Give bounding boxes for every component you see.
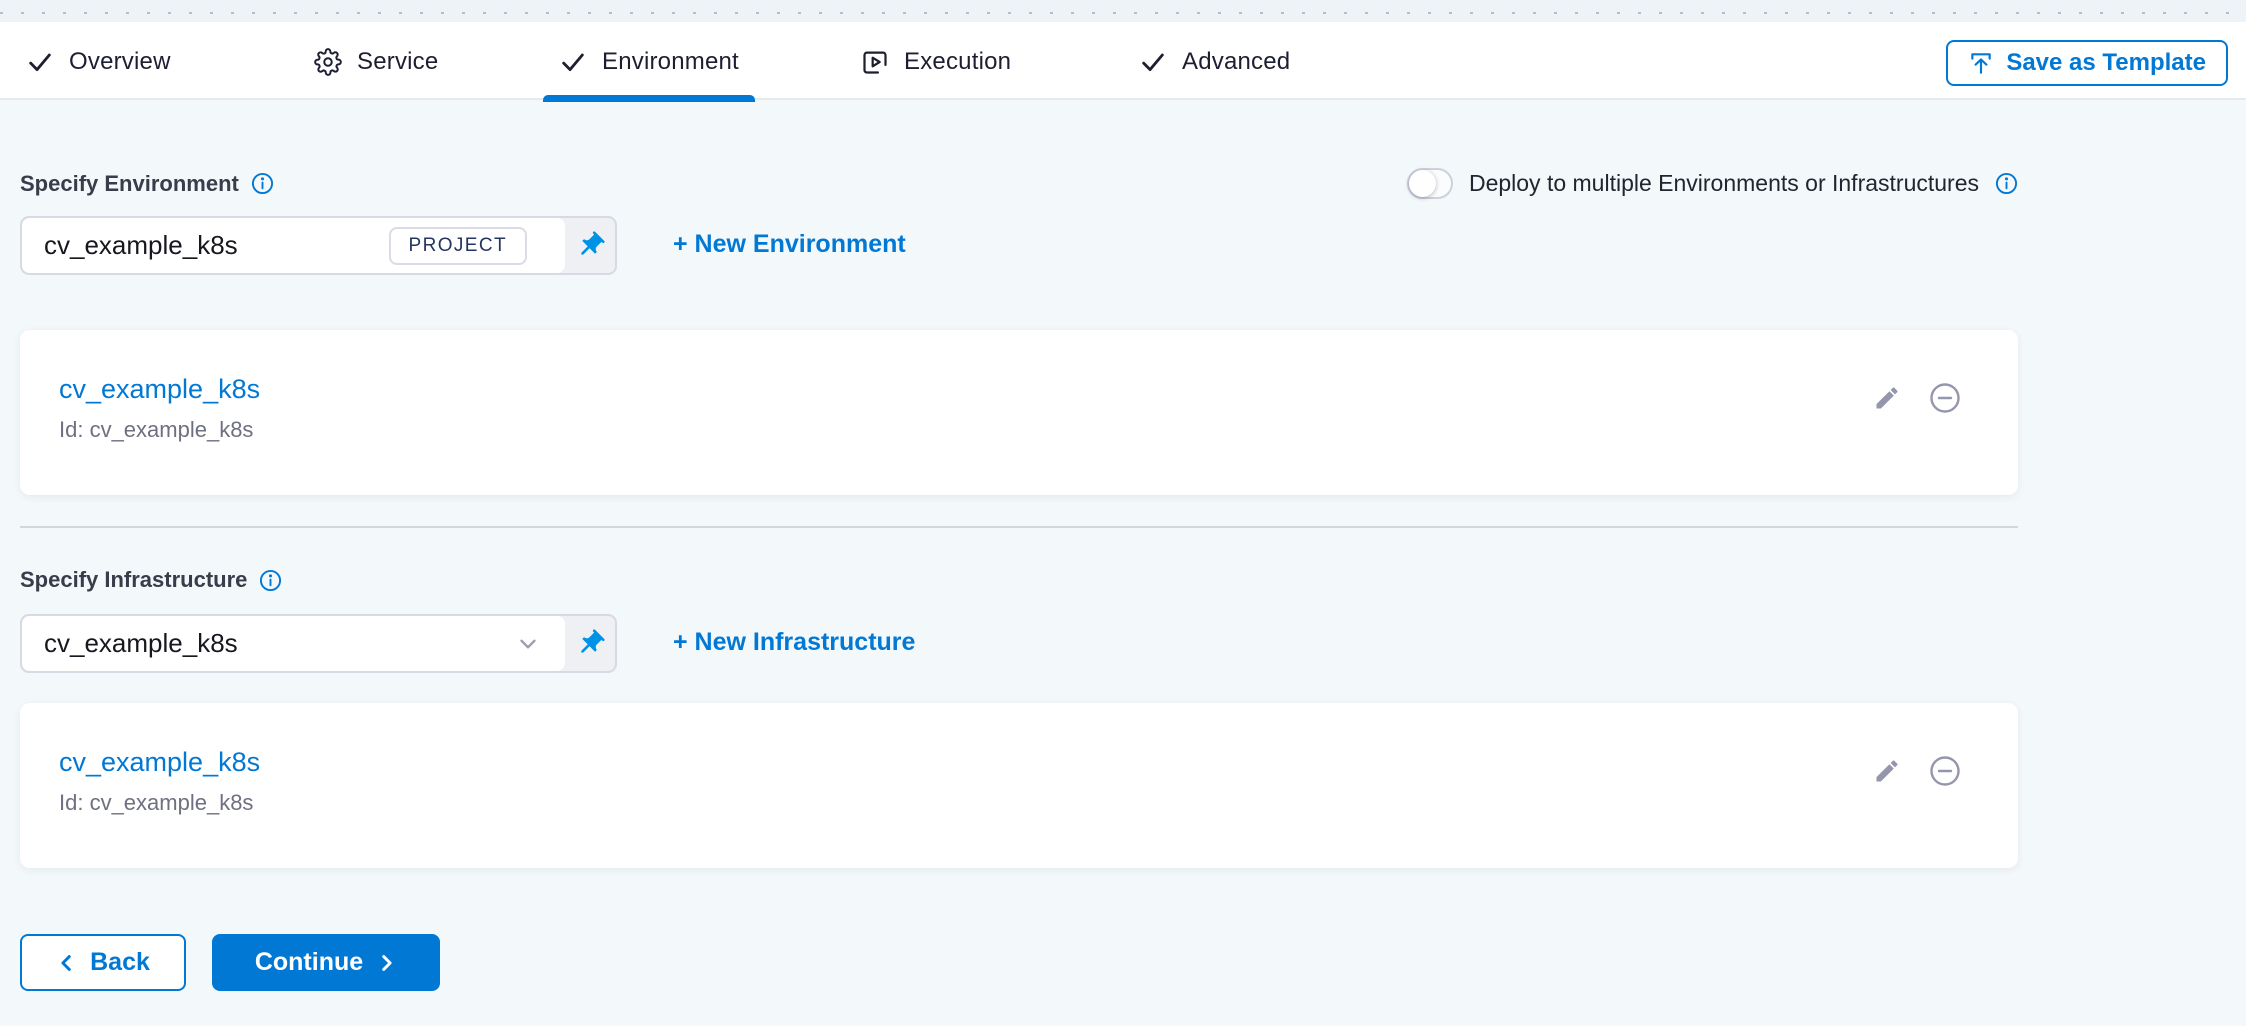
pencil-icon bbox=[1873, 384, 1901, 412]
specify-infrastructure-label: Specify Infrastructure bbox=[20, 567, 247, 593]
gear-icon bbox=[314, 48, 342, 76]
new-infrastructure-link[interactable]: + New Infrastructure bbox=[673, 628, 915, 657]
environment-input-wrap: PROJECT bbox=[22, 218, 565, 273]
upload-icon bbox=[1968, 50, 1994, 76]
infrastructure-select[interactable]: cv_example_k8s bbox=[22, 616, 565, 671]
infrastructure-card-id: Id: cv_example_k8s bbox=[59, 790, 2018, 816]
section-divider bbox=[20, 526, 2018, 528]
tab-overview[interactable]: Overview bbox=[2, 22, 195, 102]
tab-overview-label: Overview bbox=[69, 48, 171, 76]
wizard-footer: Back Continue bbox=[20, 934, 440, 991]
chevron-right-icon bbox=[375, 952, 397, 974]
tab-advanced-label: Advanced bbox=[1182, 48, 1290, 76]
pin-icon bbox=[575, 230, 606, 261]
infrastructure-select-control: cv_example_k8s bbox=[20, 614, 617, 673]
scope-badge: PROJECT bbox=[389, 227, 527, 265]
save-as-template-label: Save as Template bbox=[2006, 49, 2206, 77]
specify-environment-label: Specify Environment bbox=[20, 171, 239, 197]
infrastructure-select-value: cv_example_k8s bbox=[44, 628, 515, 659]
remove-infrastructure-button[interactable] bbox=[1927, 753, 1963, 789]
tab-environment-label: Environment bbox=[602, 48, 739, 76]
environment-stage-page: Overview Service Environment Execution A… bbox=[0, 0, 2246, 1026]
check-icon bbox=[26, 48, 54, 76]
infrastructure-card-title-link[interactable]: cv_example_k8s bbox=[59, 747, 260, 778]
tab-execution[interactable]: Execution bbox=[837, 22, 1035, 102]
minus-circle-icon bbox=[1927, 380, 1963, 416]
pencil-icon bbox=[1873, 757, 1901, 785]
info-icon[interactable] bbox=[251, 172, 274, 195]
check-icon bbox=[1139, 48, 1167, 76]
environment-input[interactable] bbox=[44, 230, 389, 261]
info-icon[interactable] bbox=[259, 569, 282, 592]
tab-environment[interactable]: Environment bbox=[535, 22, 763, 102]
top-dashed-strip bbox=[0, 0, 2246, 22]
environment-card-actions bbox=[1873, 380, 1963, 416]
edit-infrastructure-button[interactable] bbox=[1873, 757, 1901, 785]
infrastructure-pin-button[interactable] bbox=[565, 616, 615, 671]
infrastructure-label-row: Specify Infrastructure bbox=[20, 567, 2018, 593]
continue-button-label: Continue bbox=[255, 948, 363, 977]
save-as-template-button[interactable]: Save as Template bbox=[1946, 40, 2228, 86]
back-button[interactable]: Back bbox=[20, 934, 186, 991]
info-icon[interactable] bbox=[1995, 172, 2018, 195]
tab-service-label: Service bbox=[357, 48, 438, 76]
tab-service[interactable]: Service bbox=[290, 22, 462, 102]
environment-label-row: Specify Environment Deploy to multiple E… bbox=[20, 168, 2018, 199]
multi-environment-toggle-label: Deploy to multiple Environments or Infra… bbox=[1469, 170, 1979, 197]
environment-card: cv_example_k8s Id: cv_example_k8s bbox=[20, 330, 2018, 495]
multi-environment-toggle-group: Deploy to multiple Environments or Infra… bbox=[1407, 168, 2018, 199]
tab-execution-label: Execution bbox=[904, 48, 1011, 76]
multi-environment-toggle[interactable] bbox=[1407, 168, 1453, 199]
pin-icon bbox=[575, 628, 606, 659]
infrastructure-card: cv_example_k8s Id: cv_example_k8s bbox=[20, 703, 2018, 868]
toggle-knob bbox=[1409, 170, 1436, 197]
environment-card-id: Id: cv_example_k8s bbox=[59, 417, 2018, 443]
new-environment-link[interactable]: + New Environment bbox=[673, 230, 906, 259]
environment-pin-button[interactable] bbox=[565, 218, 615, 273]
play-square-icon bbox=[861, 48, 889, 76]
minus-circle-icon bbox=[1927, 753, 1963, 789]
infrastructure-card-actions bbox=[1873, 753, 1963, 789]
remove-environment-button[interactable] bbox=[1927, 380, 1963, 416]
back-button-label: Back bbox=[90, 948, 150, 977]
check-icon bbox=[559, 48, 587, 76]
edit-environment-button[interactable] bbox=[1873, 384, 1901, 412]
chevron-down-icon bbox=[515, 631, 541, 657]
stage-tabbar: Overview Service Environment Execution A… bbox=[0, 22, 2246, 100]
tab-advanced[interactable]: Advanced bbox=[1115, 22, 1314, 102]
environment-select-control: PROJECT bbox=[20, 216, 617, 275]
environment-card-title-link[interactable]: cv_example_k8s bbox=[59, 374, 260, 405]
continue-button[interactable]: Continue bbox=[212, 934, 440, 991]
chevron-left-icon bbox=[56, 952, 78, 974]
